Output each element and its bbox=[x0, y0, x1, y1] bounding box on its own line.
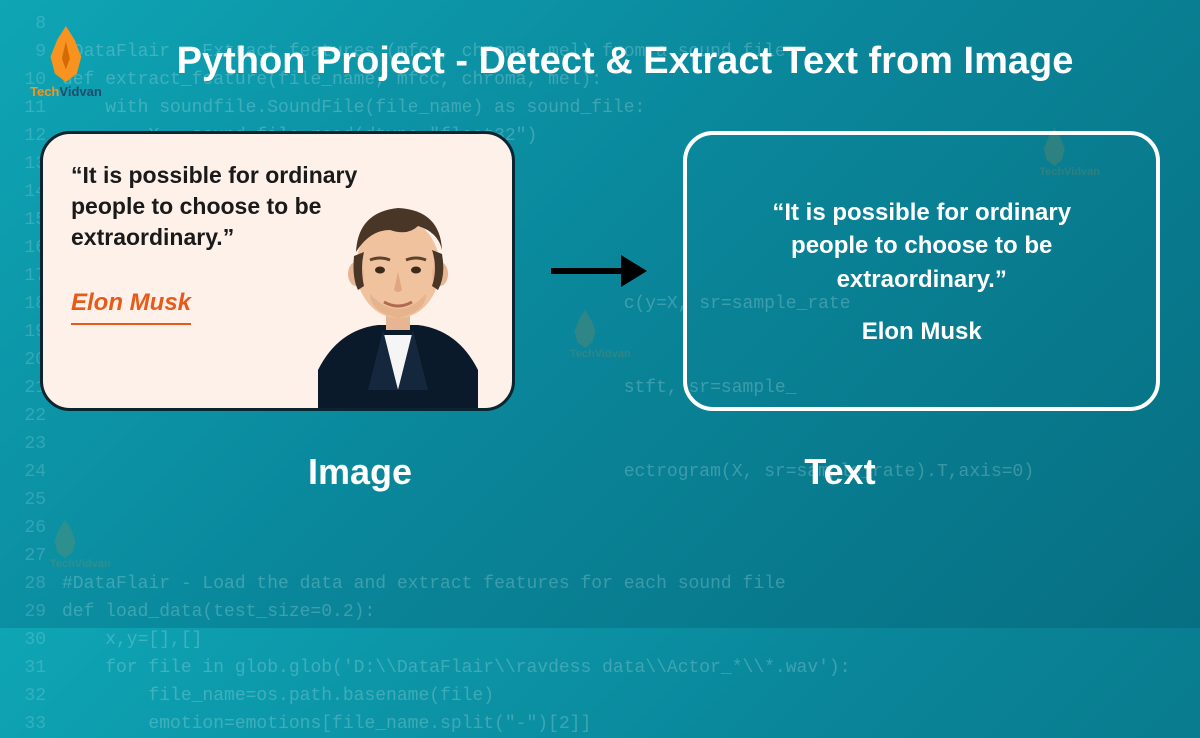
watermark-icon: TechVidvan bbox=[50, 520, 111, 570]
person-portrait bbox=[298, 190, 498, 408]
extracted-author: Elon Musk bbox=[862, 318, 982, 346]
comparison-stage: “It is possible for ordinary people to c… bbox=[0, 131, 1200, 411]
page-title: Python Project - Detect & Extract Text f… bbox=[0, 0, 1200, 83]
brand-tech: Tech bbox=[30, 84, 59, 99]
brand-text: TechVidvan bbox=[30, 84, 102, 99]
arrow-icon bbox=[551, 255, 647, 287]
source-image-card: “It is possible for ordinary people to c… bbox=[40, 131, 515, 411]
brand-vidvan: Vidvan bbox=[59, 84, 101, 99]
source-author: Elon Musk bbox=[71, 289, 191, 325]
label-text: Text bbox=[630, 451, 1050, 493]
label-image: Image bbox=[150, 451, 570, 493]
extracted-text-card: “It is possible for ordinary people to c… bbox=[683, 131, 1160, 411]
extracted-quote-text: “It is possible for ordinary people to c… bbox=[731, 196, 1112, 297]
panel-labels: Image Text bbox=[0, 451, 1200, 493]
